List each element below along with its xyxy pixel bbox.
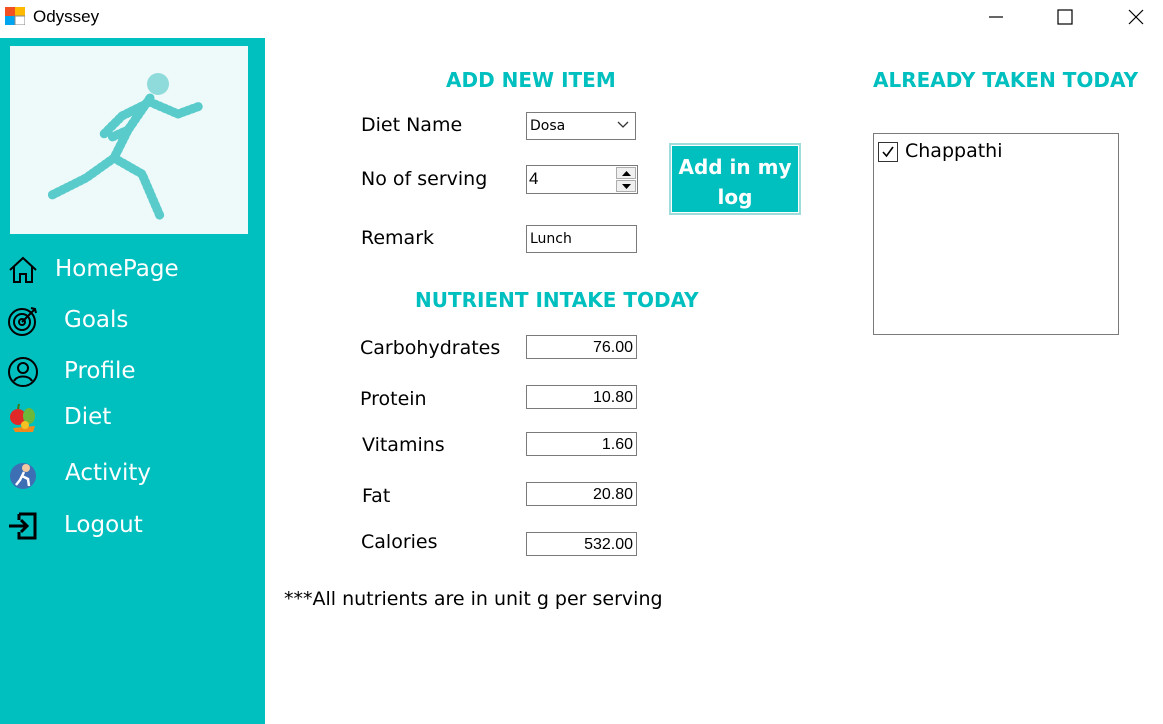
add-button-label: Add in my log <box>672 152 798 212</box>
remark-input[interactable]: Lunch <box>526 225 637 253</box>
sidebar-item-label: Logout <box>64 512 143 538</box>
sidebar-item-diet[interactable]: Diet <box>0 398 265 438</box>
remark-label: Remark <box>361 227 435 249</box>
title-bar: Odyssey <box>0 0 1163 34</box>
remark-value: Lunch <box>530 231 572 247</box>
serving-stepper[interactable]: 4 <box>526 165 638 194</box>
minimize-icon <box>989 16 1003 18</box>
nutrient-label-calories: Calories <box>361 531 438 553</box>
nutrient-value-text: 76.00 <box>592 339 633 356</box>
nutrient-value-text: 10.80 <box>592 389 633 406</box>
logout-icon <box>9 512 37 540</box>
nutrient-label-vitamins: Vitamins <box>362 434 445 456</box>
minimize-button[interactable] <box>973 0 1019 34</box>
checkmark-icon <box>882 146 894 158</box>
list-item-label: Chappathi <box>905 140 1003 162</box>
taken-today-heading: ALREADY TAKEN TODAY <box>873 68 1139 92</box>
sidebar-item-label: HomePage <box>55 256 179 282</box>
item-checkbox[interactable] <box>878 142 898 162</box>
sidebar-item-profile[interactable]: Profile <box>0 352 265 392</box>
sidebar-item-logout[interactable]: Logout <box>0 506 265 546</box>
close-button[interactable] <box>1113 0 1159 34</box>
home-icon <box>9 256 37 283</box>
taken-today-list[interactable]: Chappathi <box>873 133 1119 335</box>
serving-value: 4 <box>529 169 539 188</box>
sidebar-item-homepage[interactable]: HomePage <box>0 250 265 290</box>
diet-name-label: Diet Name <box>361 114 463 136</box>
sidebar-item-label: Diet <box>64 404 112 430</box>
list-item[interactable]: Chappathi <box>877 139 1107 165</box>
maximize-icon <box>1057 9 1073 25</box>
diet-name-dropdown[interactable]: Dosa <box>526 112 636 140</box>
decrement-button[interactable] <box>616 180 636 192</box>
nutrient-heading: NUTRIENT INTAKE TODAY <box>415 288 699 312</box>
window-title: Odyssey <box>33 7 100 26</box>
sidebar-item-activity[interactable]: Activity <box>0 454 265 494</box>
sidebar-item-label: Goals <box>64 307 129 333</box>
nutrient-value-protein[interactable]: 10.80 <box>526 385 637 409</box>
sidebar-item-label: Profile <box>64 358 136 384</box>
nutrient-value-text: 1.60 <box>601 436 633 453</box>
nutrient-value-fat[interactable]: 20.80 <box>526 482 637 506</box>
add-button-line2: log <box>717 185 753 209</box>
chevron-down-icon <box>617 121 629 128</box>
target-icon <box>8 307 37 336</box>
sidebar-item-label: Activity <box>65 460 152 486</box>
runner-illustration <box>45 73 205 221</box>
add-to-log-button[interactable]: Add in my log <box>669 143 801 215</box>
fruit-icon <box>10 403 35 432</box>
sidebar: HomePage Goals Profile Diet Activity Log… <box>0 38 265 724</box>
close-icon <box>1128 9 1144 25</box>
increment-button[interactable] <box>616 167 636 179</box>
nutrient-label-fat: Fat <box>362 485 391 507</box>
activity-icon <box>10 463 36 489</box>
nutrient-value-calories[interactable]: 532.00 <box>526 532 637 556</box>
runner-image <box>10 46 248 234</box>
add-button-line1: Add in my <box>678 155 792 179</box>
triangle-down-icon <box>622 184 631 189</box>
nutrient-value-carbohydrates[interactable]: 76.00 <box>526 335 637 359</box>
nutrient-value-vitamins[interactable]: 1.60 <box>526 432 637 456</box>
nutrient-value-text: 20.80 <box>592 486 633 503</box>
triangle-up-icon <box>622 171 631 176</box>
app-icon <box>5 7 25 25</box>
nutrient-label-protein: Protein <box>360 388 427 410</box>
sidebar-item-goals[interactable]: Goals <box>0 301 265 341</box>
user-icon <box>8 357 38 387</box>
serving-label: No of serving <box>361 168 488 190</box>
nutrient-value-text: 532.00 <box>584 536 633 553</box>
stepper-buttons <box>616 167 636 192</box>
nutrient-label-carbohydrates: Carbohydrates <box>360 337 501 359</box>
add-item-heading: ADD NEW ITEM <box>446 68 616 92</box>
diet-name-value: Dosa <box>530 118 566 134</box>
unit-footnote: ***All nutrients are in unit g per servi… <box>284 588 663 610</box>
maximize-button[interactable] <box>1042 0 1088 34</box>
add-button-face: Add in my log <box>672 146 798 212</box>
